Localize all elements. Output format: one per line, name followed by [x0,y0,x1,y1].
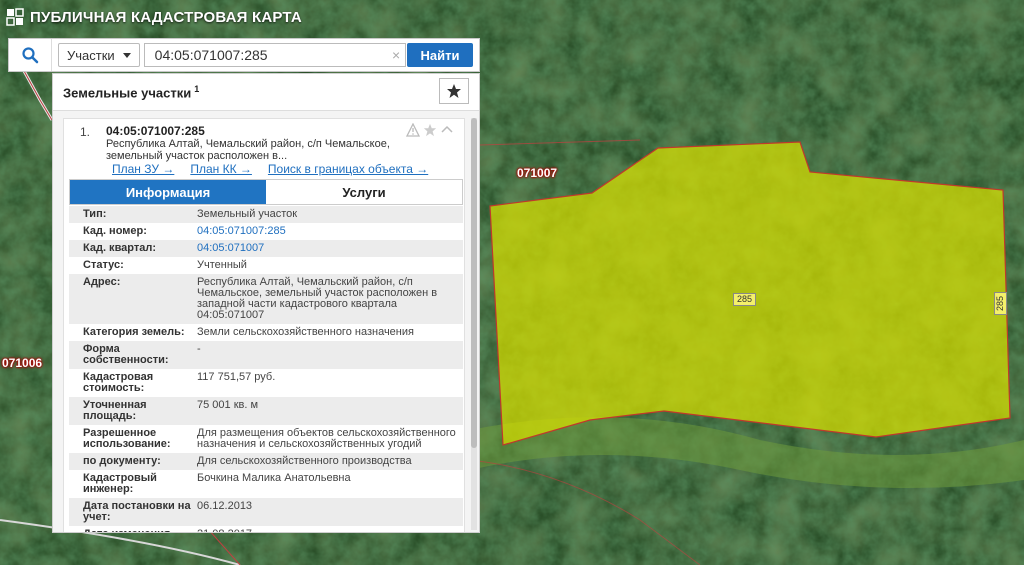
star-icon[interactable] [423,123,437,137]
tab-services[interactable]: Услуги [266,180,462,204]
panel-title: Земельные участки 1 [63,83,200,101]
property-value: Учтенный [197,259,247,271]
property-label: по документу: [83,455,161,467]
find-button[interactable]: Найти [407,43,473,67]
property-label: Форма собственности: [83,343,169,366]
panel-header: Земельные участки 1 [53,74,479,111]
property-label: Уточненная площадь: [83,399,147,422]
result-index: 1. [80,125,91,139]
parcel-number-label: 285 [733,293,757,306]
card-tools [406,123,454,137]
property-label: Кадастровая стоимость: [83,371,154,394]
search-toggle-button[interactable] [9,39,52,71]
property-row: Уточненная площадь: 75 001 кв. м [69,397,463,425]
parcel-edge-label: 285 [994,291,1008,316]
property-row: Форма собственности: - [69,341,463,369]
favorites-button[interactable] [439,78,469,104]
search-icon [22,47,39,64]
property-row: Статус: Учтенный [69,257,463,274]
object-type-select[interactable]: Участки [58,43,140,67]
property-value[interactable]: 04:05:071007:285 [197,226,463,237]
card-links: План ЗУ → План КК → Поиск в границах объ… [112,162,428,176]
warning-icon[interactable] [406,123,420,137]
search-in-bounds-link[interactable]: Поиск в границах объекта → [268,162,428,176]
property-label: Дата постановки на учет: [83,500,191,523]
result-address: Республика Алтай, Чемальский район, с/п … [106,138,390,162]
cadastre-logo-icon [6,8,24,26]
property-value[interactable]: 04:05:071007 [197,243,463,254]
property-label: Разрешенное использование: [83,427,171,450]
search-input[interactable] [143,43,406,67]
app-title: ПУБЛИЧНАЯ КАДАСТРОВАЯ КАРТА [30,8,302,26]
property-value: 117 751,57 руб. [197,371,276,383]
property-label: Категория земель: [83,326,185,338]
property-row: по документу: Для сельскохозяйственного п… [69,453,463,470]
chevron-up-icon[interactable] [440,123,454,137]
property-row: Разрешенное использование: Для размещения… [69,425,463,453]
property-row: Кадастровая стоимость: 117 751,57 руб. [69,369,463,397]
property-row: Кад. номер: 04:05:071007:285 [69,223,463,240]
property-row: Адрес: Республика Алтай, Чемальский район… [69,274,463,324]
property-label: Кад. квартал: [83,242,157,254]
result-tabs: Информация Услуги [69,179,463,205]
property-value: 75 001 кв. м [197,399,259,411]
property-label: Кад. номер: [83,225,147,237]
quarter-label-071007: 071007 [517,166,558,180]
property-value: Земли сельскохозяйственного назначения [197,326,414,338]
property-value: 21.08.2017 [197,529,463,533]
star-icon [447,84,461,98]
property-label: Тип: [83,208,107,220]
scrollbar-thumb[interactable] [471,118,477,448]
clear-search-icon[interactable]: × [392,47,400,63]
property-label: Адрес: [83,276,121,288]
property-row: Дата изменения21.08.2017 [69,526,463,533]
property-value: Республика Алтай, Чемальский район, с/п … [197,276,438,321]
property-value: - [197,343,201,355]
results-count: 1 [194,83,200,94]
property-label: Статус: [83,259,124,271]
property-row: Тип: Земельный участок [69,206,463,223]
plan-zu-link[interactable]: План ЗУ → [112,162,174,176]
result-cadastral-number[interactable]: 04:05:071007:285 [106,124,205,138]
chevron-down-icon [122,52,131,58]
results-panel: Земельные участки 1 1. 04:05:071007:285 Р… [52,73,480,533]
property-label: Дата изменения [69,529,197,533]
object-type-value: Участки [67,47,115,63]
property-label: Кадастровый инженер: [83,472,157,495]
tab-information[interactable]: Информация [70,180,266,204]
property-value: Бочкина Малика Анатольевна [197,472,351,484]
property-value: 06.12.2013 [197,500,253,512]
property-value: Земельный участок [197,208,298,220]
property-value: Для размещения объектов сельскохозяйстве… [197,427,456,450]
property-row: Кадастровый инженер: Бочкина Малика Анато… [69,470,463,498]
plan-kk-link[interactable]: План КК → [190,162,252,176]
properties-table: Тип: Земельный участок Кад. номер: 04:05:07… [69,206,463,533]
search-bar: Участки × Найти [8,38,480,72]
property-value: Для сельскохозяйственного производства [197,455,412,467]
property-row: Категория земель: Земли сельскохозяйствен… [69,324,463,341]
result-card: 1. 04:05:071007:285 Республика Алтай, Че… [63,118,465,533]
quarter-label-071006: 071006 [2,356,43,370]
panel-scrollbar[interactable] [471,118,477,530]
property-row: Кад. квартал: 04:05:071007 [69,240,463,257]
property-row: Дата постановки на учет: 06.12.2013 [69,498,463,526]
app-header: ПУБЛИЧНАЯ КАДАСТРОВАЯ КАРТА [6,6,302,28]
